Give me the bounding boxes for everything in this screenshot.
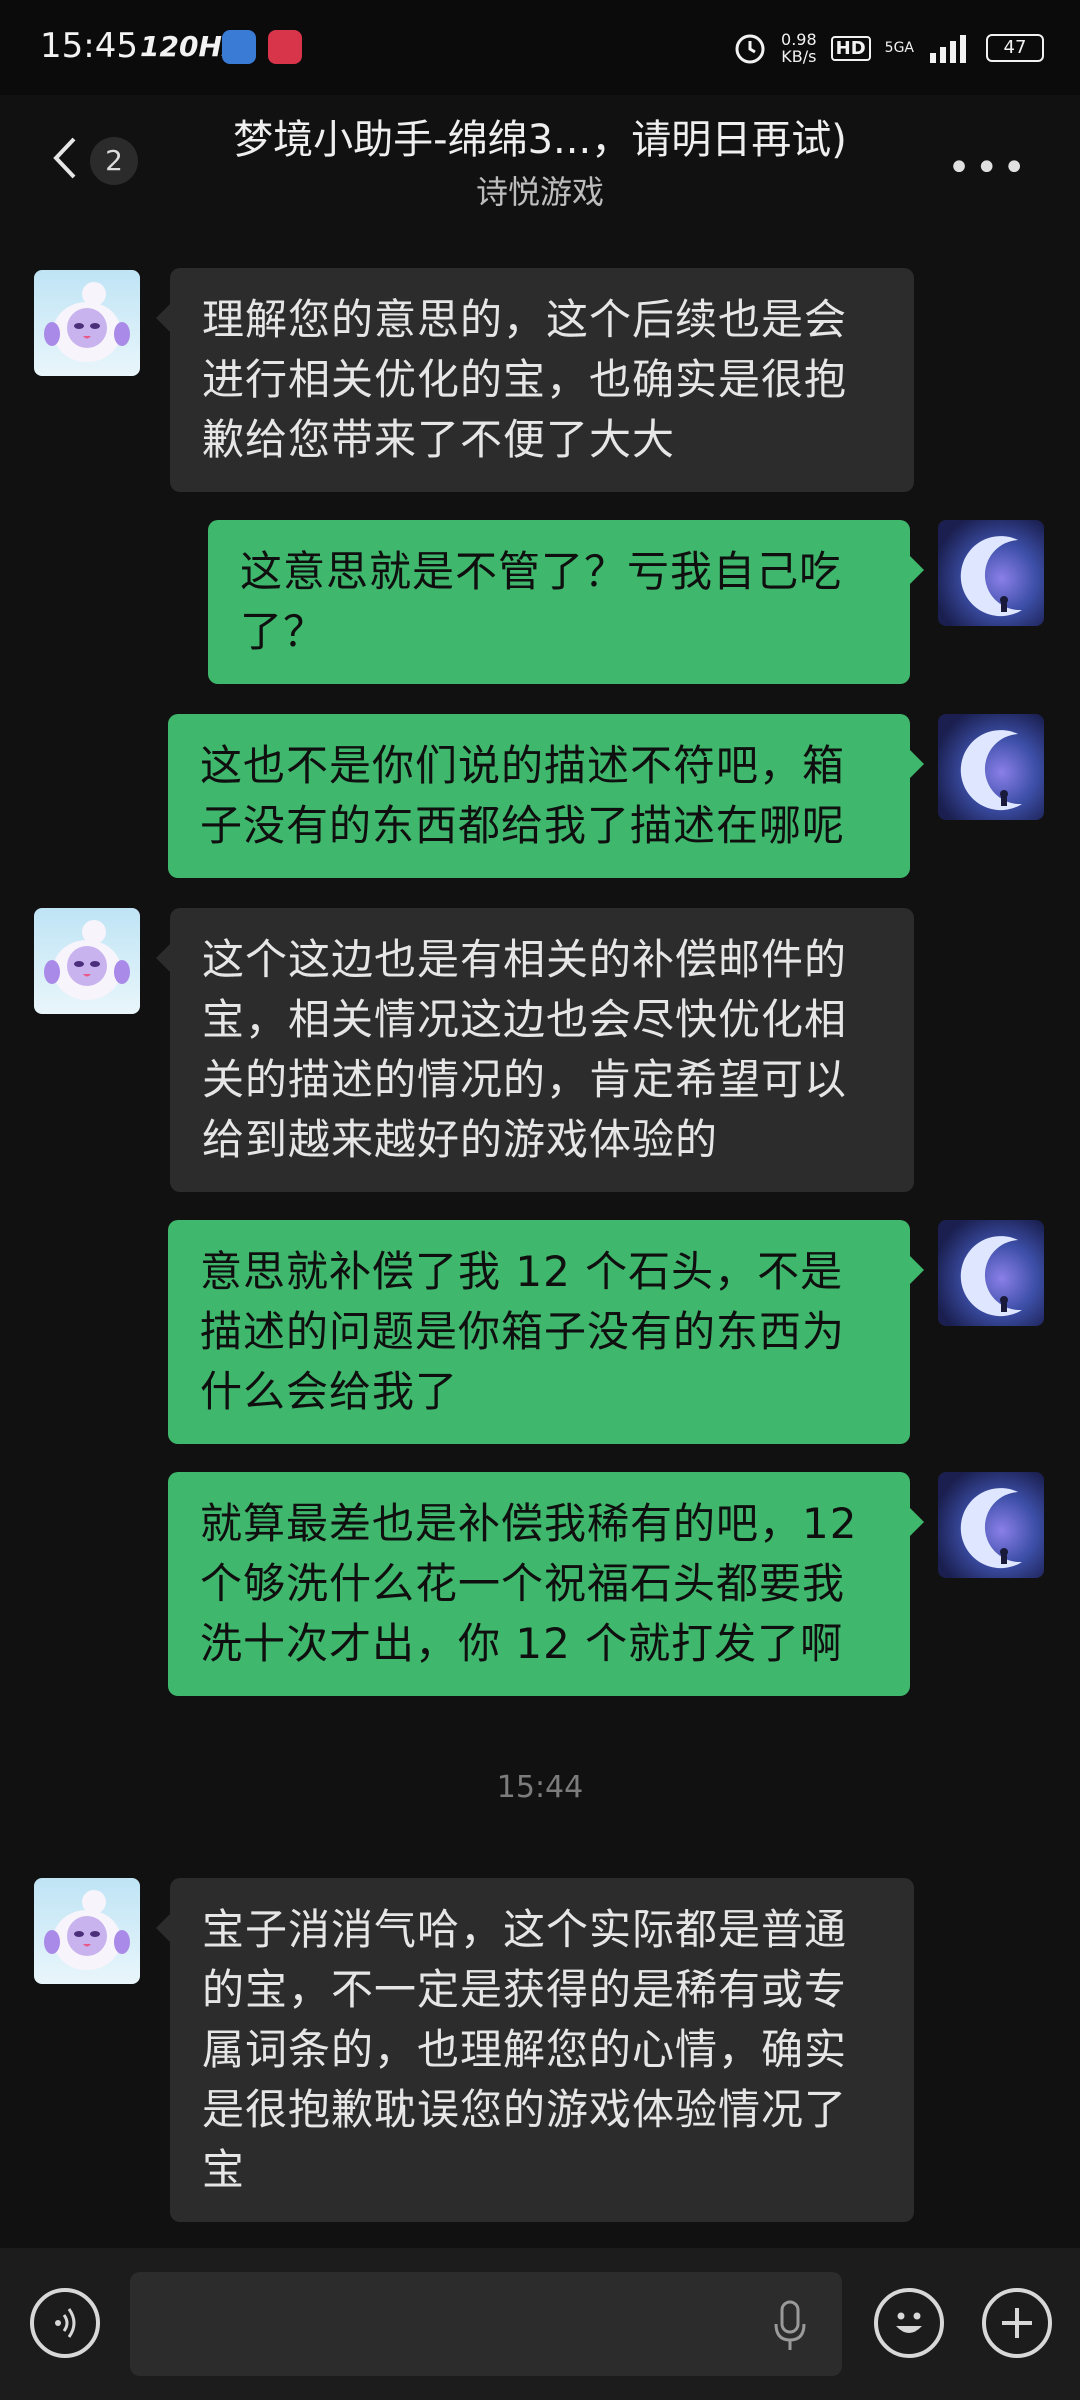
chevron-left-icon[interactable] [44, 135, 90, 181]
voice-icon[interactable] [30, 2288, 100, 2358]
emoji-face [896, 2312, 922, 2333]
message-text: 这也不是你们说的描述不符吧，箱子没有的东西都给我了描述在哪呢 [200, 741, 846, 850]
message-bubble-outgoing[interactable]: 这意思就是不管了？亏我自己吃了？ [208, 520, 924, 684]
status-indicators: 0.98 KB/s HD 5GA 47 [733, 28, 1044, 68]
message-bubble-outgoing[interactable]: 意思就补偿了我 12 个石头，不是描述的问题是你箱子没有的东西为什么会给我了 [168, 1220, 924, 1444]
bubble-tail [156, 1914, 170, 1942]
message-bubble-incoming[interactable]: 理解您的意思的，这个后续也是会进行相关优化的宝，也确实是很抱歉给您带来了不便了大… [156, 268, 914, 492]
my-avatar[interactable] [938, 1220, 1044, 1326]
hd-badge: HD [830, 35, 871, 61]
my-avatar-image [960, 1236, 1022, 1317]
my-avatar[interactable] [938, 1472, 1044, 1578]
battery-icon: 47 [986, 34, 1044, 62]
emoji-icon[interactable] [874, 2288, 944, 2358]
more-dots-icon[interactable]: ••• [947, 145, 1030, 191]
message-input[interactable] [130, 2272, 842, 2376]
message-bubble-outgoing[interactable]: 这也不是你们说的描述不符吧，箱子没有的东西都给我了描述在哪呢 [168, 714, 924, 878]
bot-avatar[interactable] [34, 270, 140, 376]
net-speed: 0.98 KB/s [781, 31, 817, 65]
app-notification-icon [222, 30, 256, 64]
bot-avatar[interactable] [34, 908, 140, 1014]
message-text: 意思就补偿了我 12 个石头，不是描述的问题是你箱子没有的东西为什么会给我了 [200, 1247, 846, 1416]
chat-subtitle: 诗悦游戏 [475, 173, 604, 211]
message-text: 就算最差也是补偿我稀有的吧，12 个够洗什么花一个祝福石头都要我洗十次才出，你 … [200, 1499, 858, 1668]
app-notification-icon-2 [268, 30, 302, 64]
network-type: 5GA [884, 40, 914, 56]
message-text: 这个这边也是有相关的补偿邮件的宝，相关情况这边也会尽快优化相关的描述的情况的，肯… [202, 935, 848, 1164]
my-avatar-image [960, 730, 1022, 811]
net-speed-unit: KB/s [781, 47, 817, 66]
message-text: 理解您的意思的，这个后续也是会进行相关优化的宝，也确实是很抱歉给您带来了不便了大… [202, 295, 848, 464]
time-separator: 15:44 [496, 1770, 584, 1805]
bubble-tail [910, 556, 924, 584]
bubble-tail [910, 1508, 924, 1536]
signal-icon [930, 35, 966, 63]
net-speed-value: 0.98 [781, 30, 817, 49]
bot-avatar-image [44, 1890, 130, 1970]
my-avatar-image [960, 1488, 1022, 1569]
input-bar [0, 2248, 1080, 2400]
message-text: 这意思就是不管了？亏我自己吃了？ [240, 547, 843, 656]
my-avatar[interactable] [938, 714, 1044, 820]
voice-waves [55, 2308, 76, 2338]
message-bubble-outgoing[interactable]: 就算最差也是补偿我稀有的吧，12 个够洗什么花一个祝福石头都要我洗十次才出，你 … [168, 1472, 924, 1696]
bubble-tail [910, 1256, 924, 1284]
message-bubble-incoming[interactable]: 这个这边也是有相关的补偿邮件的宝，相关情况这边也会尽快优化相关的描述的情况的，肯… [156, 908, 914, 1192]
chat-header: 梦境小助手-绵绵3...，请明日再试) 诗悦游戏 ••• [0, 95, 1080, 225]
my-avatar-image [960, 536, 1022, 617]
message-text: 宝子消消气哈，这个实际都是普通的宝，不一定是获得的是稀有或专属词条的，也理解您的… [202, 1905, 848, 2194]
microphone-icon[interactable] [770, 2298, 810, 2354]
bot-avatar-image [44, 920, 130, 1000]
alarm-icon [735, 34, 765, 64]
status-bar: 15:45 120Hz 0.98 KB/s HD 5GA 47 [0, 0, 1080, 95]
bot-avatar[interactable] [34, 1878, 140, 1984]
status-time: 15:45 [40, 26, 138, 66]
chat-title: 梦境小助手-绵绵3...，请明日再试) [233, 117, 847, 163]
bubble-tail [156, 944, 170, 972]
plus-sign [1002, 2308, 1032, 2338]
bubble-tail [156, 304, 170, 332]
bot-avatar-image [44, 282, 130, 362]
my-avatar[interactable] [938, 520, 1044, 626]
bubble-tail [910, 750, 924, 778]
plus-icon[interactable] [982, 2288, 1052, 2358]
message-bubble-incoming[interactable]: 宝子消消气哈，这个实际都是普通的宝，不一定是获得的是稀有或专属词条的，也理解您的… [156, 1878, 914, 2222]
unread-count-badge[interactable]: 2 [90, 137, 138, 185]
